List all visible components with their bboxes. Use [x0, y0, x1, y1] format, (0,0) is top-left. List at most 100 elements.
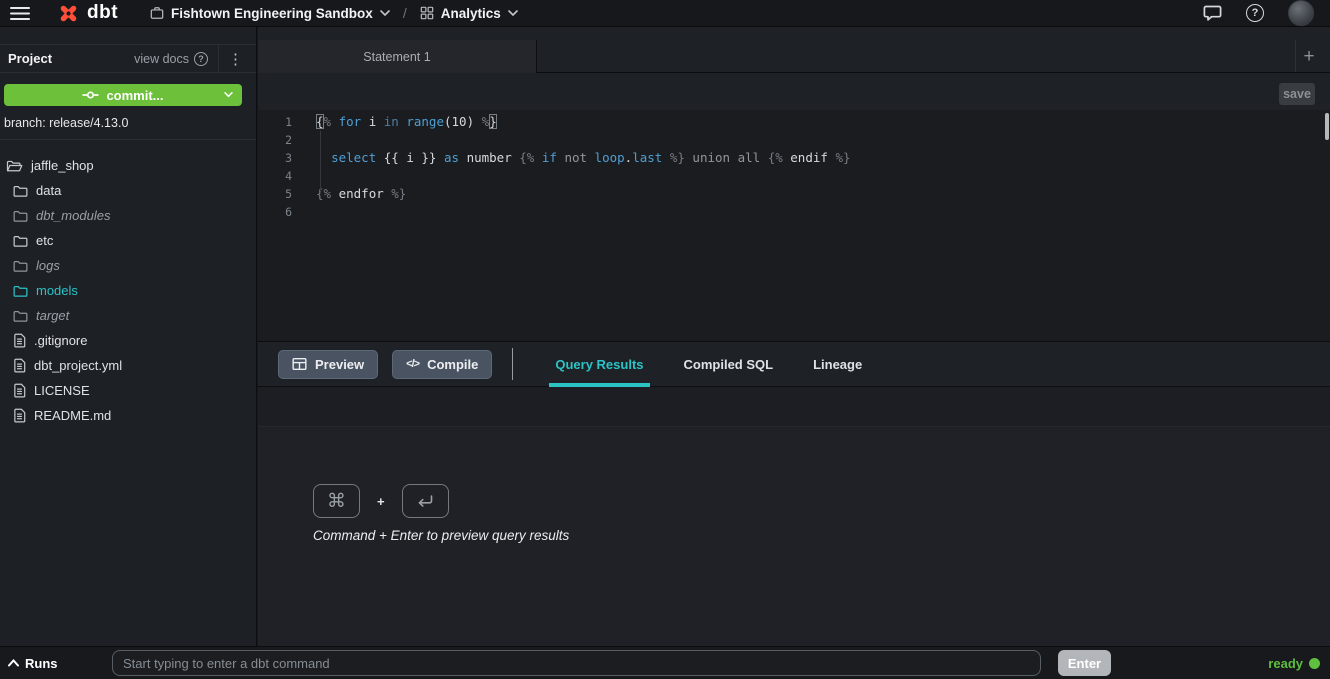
code-line-5[interactable]: 5{% endfor %} [258, 185, 1330, 203]
tree-item--gitignore[interactable]: .gitignore [0, 328, 256, 353]
folder-icon [13, 259, 28, 273]
commit-label: commit... [106, 88, 163, 103]
file-icon [13, 358, 26, 373]
editor-tab-bar: Statement 1 + [258, 27, 1330, 73]
sidebar-title: Project [8, 51, 52, 66]
view-docs-link[interactable]: view docs ? [134, 52, 208, 66]
line-number: 4 [258, 167, 292, 185]
runs-toggle[interactable]: Runs [8, 647, 58, 679]
status-indicator: ready [1268, 647, 1320, 679]
code-line-2[interactable]: 2 [258, 131, 1330, 149]
dbt-command-input[interactable] [112, 650, 1041, 676]
preview-button[interactable]: Preview [278, 350, 378, 379]
enter-key-icon [415, 494, 435, 509]
line-number: 3 [258, 149, 292, 167]
line-number: 1 [258, 113, 292, 131]
tree-item-label: target [36, 308, 69, 323]
tree-item-readme-md[interactable]: README.md [0, 403, 256, 428]
chat-icon[interactable] [1203, 4, 1222, 22]
folder-icon [13, 184, 28, 198]
commit-button[interactable]: commit... [4, 84, 242, 106]
folder-icon [13, 209, 28, 223]
divider [218, 45, 219, 72]
folder-icon [13, 284, 28, 298]
tree-item-models[interactable]: models [0, 278, 256, 303]
code-line-1[interactable]: 1{% for i in range(10) %} [258, 113, 1330, 131]
command-key: ⌘ [313, 484, 360, 518]
hamburger-menu-icon[interactable] [10, 6, 30, 21]
avatar[interactable] [1288, 0, 1314, 26]
workspace-name: Fishtown Engineering Sandbox [171, 6, 373, 21]
folder-icon [13, 234, 28, 248]
status-dot [1309, 658, 1320, 669]
code-content [292, 167, 316, 185]
workspace-switcher[interactable]: Fishtown Engineering Sandbox [150, 6, 390, 21]
code-line-4[interactable]: 4 [258, 167, 1330, 185]
project-switcher[interactable]: Analytics [420, 6, 518, 21]
file-icon [13, 408, 26, 423]
tree-item-license[interactable]: LICENSE [0, 378, 256, 403]
compile-button[interactable]: </> Compile [392, 350, 492, 379]
tree-item-dbt-modules[interactable]: dbt_modules [0, 203, 256, 228]
divider [512, 348, 513, 380]
line-number: 5 [258, 185, 292, 203]
tree-item-jaffle-shop[interactable]: jaffle_shop [0, 153, 256, 178]
results-panel: ⌘ + Command + Enter to preview query res… [258, 427, 1330, 646]
git-commit-icon [82, 90, 99, 100]
code-content: {% endfor %} [292, 185, 406, 203]
dbt-logo-icon [56, 1, 81, 26]
help-icon[interactable]: ? [1246, 4, 1264, 22]
preview-label: Preview [315, 357, 364, 372]
results-toolbar: Preview </> Compile Query Results Compile… [258, 342, 1330, 387]
save-button[interactable]: save [1279, 83, 1315, 105]
command-key-icon: ⌘ [327, 490, 346, 512]
dbt-logo[interactable]: dbt [56, 1, 118, 26]
file-icon [13, 383, 26, 398]
tab-statement-1[interactable]: Statement 1 [258, 40, 537, 73]
briefcase-icon [150, 6, 164, 20]
project-header-row: Project view docs ? ⋮ [0, 44, 256, 73]
tree-item-label: README.md [34, 408, 111, 423]
tree-item-label: dbt_modules [36, 208, 110, 223]
tree-item-target[interactable]: target [0, 303, 256, 328]
tree-item-etc[interactable]: etc [0, 228, 256, 253]
chevron-down-icon [380, 10, 390, 17]
tree-item-label: etc [36, 233, 53, 248]
kebab-menu-icon[interactable]: ⋮ [228, 50, 243, 68]
table-icon [292, 357, 307, 371]
chevron-down-icon [224, 92, 233, 98]
file-tree: jaffle_shopdata dbt_modulesetc logs models t… [0, 153, 256, 428]
top-header: dbt Fishtown Engineering Sandbox / Analy… [0, 0, 1330, 27]
line-number: 6 [258, 203, 292, 221]
code-line-3[interactable]: 3 select {{ i }} as number {% if not loo… [258, 149, 1330, 167]
code-line-6[interactable]: 6 [258, 203, 1330, 221]
code-content: select {{ i }} as number {% if not loop.… [292, 149, 851, 167]
tab-query-results[interactable]: Query Results [555, 342, 643, 387]
main-area: Statement 1 + save 1{% for i in range(10… [258, 27, 1330, 646]
new-tab-button[interactable]: + [1294, 40, 1324, 73]
tree-item-dbt-project-yml[interactable]: dbt_project.yml [0, 353, 256, 378]
view-docs-label: view docs [134, 52, 189, 66]
tab-lineage[interactable]: Lineage [813, 342, 862, 387]
tab-compiled-sql[interactable]: Compiled SQL [684, 342, 774, 387]
status-label: ready [1268, 656, 1303, 671]
enter-button[interactable]: Enter [1058, 650, 1111, 676]
enter-key [402, 484, 449, 518]
chevron-down-icon [508, 10, 518, 17]
tree-item-label: data [36, 183, 61, 198]
result-tabs: Query Results Compiled SQL Lineage [555, 342, 862, 387]
folder-open-icon [6, 159, 23, 173]
code-editor[interactable]: 1{% for i in range(10) %}23 select {{ i … [258, 110, 1330, 342]
view-docs-help-icon: ? [194, 52, 208, 66]
tree-item-label: logs [36, 258, 60, 273]
tree-item-logs[interactable]: logs [0, 253, 256, 278]
code-lines: 1{% for i in range(10) %}23 select {{ i … [258, 113, 1330, 221]
editor-scrollbar[interactable] [1325, 113, 1329, 140]
results-subheader [258, 387, 1330, 427]
tree-item-data[interactable]: data [0, 178, 256, 203]
grid-icon [420, 6, 434, 20]
sidebar: Project view docs ? ⋮ commit... branch: … [0, 27, 257, 646]
tree-item-label: LICENSE [34, 383, 90, 398]
runs-label: Runs [25, 656, 58, 671]
file-icon [13, 333, 26, 348]
